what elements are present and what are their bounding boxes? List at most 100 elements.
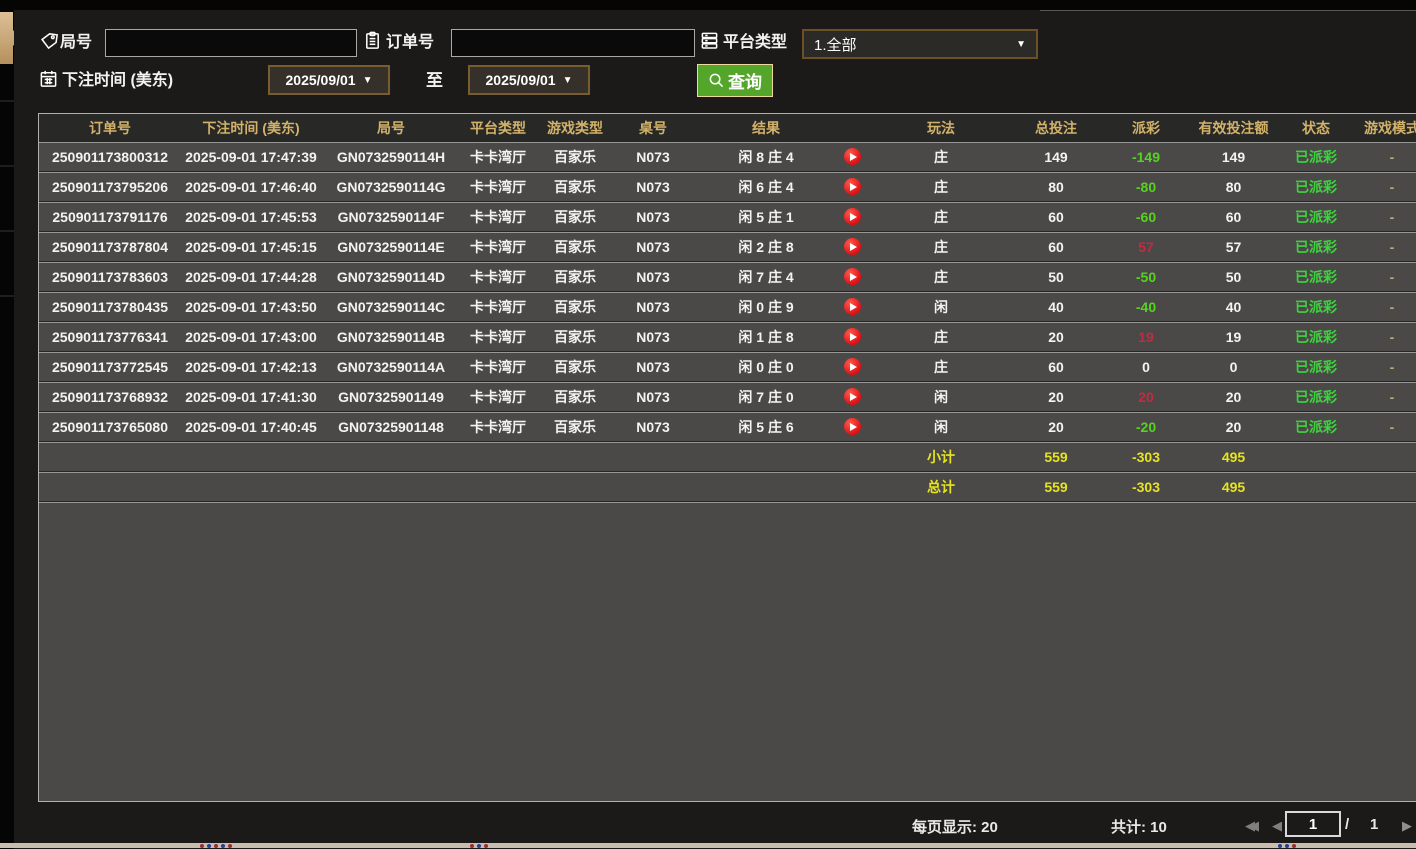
top-black-strip: [0, 0, 1416, 10]
platform-type-select[interactable]: 1.全部 ▼: [802, 29, 1038, 59]
prev-page-icon[interactable]: ◀: [1272, 818, 1282, 834]
cell-round-id: GN0732590114H: [321, 149, 461, 165]
col-header-valid-bet: 有效投注额: [1181, 118, 1286, 138]
cell-game-type: 百家乐: [535, 327, 615, 347]
date-to-select[interactable]: 2025/09/01 ▼: [468, 65, 590, 95]
cell-payout: 20: [1111, 389, 1181, 405]
cell-round-id: GN0732590114F: [321, 209, 461, 225]
bead-road-fragment: [484, 844, 488, 848]
bead-road-fragment: [200, 844, 204, 848]
bead-road-fragment: [1278, 844, 1282, 848]
video-play-icon[interactable]: [844, 148, 861, 165]
bead-road-fragment: [477, 844, 481, 848]
tag-icon: [40, 32, 59, 51]
cell-order-id: 250901173787804: [39, 239, 181, 255]
table-empty-area: [39, 501, 1416, 802]
first-page-icon[interactable]: ◀◀: [1245, 818, 1253, 834]
cell-game-type: 百家乐: [535, 147, 615, 167]
cell-status: 已派彩: [1286, 207, 1346, 227]
col-header-game-mode: 游戏模式: [1346, 118, 1416, 138]
video-play-icon[interactable]: [844, 388, 861, 405]
subtotal-label: 小计: [881, 447, 1001, 467]
chevron-down-icon: ▼: [1016, 39, 1026, 50]
chevron-down-icon: ▼: [563, 75, 573, 86]
cell-order-id: 250901173772545: [39, 359, 181, 375]
date-to-value: 2025/09/01: [486, 72, 556, 88]
cell-payout: -149: [1111, 149, 1181, 165]
cell-result: 闲 2 庄 8: [691, 237, 881, 257]
cell-bet-type: 庄: [881, 237, 1001, 257]
platform-type-value: 1.全部: [814, 34, 1016, 55]
cell-valid-bet: 149: [1181, 149, 1286, 165]
cell-table-no: N073: [615, 299, 691, 315]
cell-game-mode: -: [1346, 269, 1416, 285]
bead-road-fragment: [1285, 844, 1289, 848]
result-text: 闲 2 庄 8: [691, 237, 841, 257]
cell-result: 闲 0 庄 9: [691, 297, 881, 317]
video-play-icon[interactable]: [844, 418, 861, 435]
cell-bet-type: 闲: [881, 297, 1001, 317]
cell-valid-bet: 57: [1181, 239, 1286, 255]
subtotal-payout: -303: [1111, 449, 1181, 465]
cell-bet-type: 庄: [881, 147, 1001, 167]
cell-valid-bet: 20: [1181, 419, 1286, 435]
cell-total-bet: 20: [1001, 419, 1111, 435]
cell-result: 闲 0 庄 0: [691, 357, 881, 377]
per-page-value: 20: [981, 819, 998, 836]
cell-total-bet: 80: [1001, 179, 1111, 195]
cell-table-no: N073: [615, 149, 691, 165]
order-id-label: 订单号: [386, 30, 434, 56]
cell-table-no: N073: [615, 269, 691, 285]
cell-result: 闲 5 庄 6: [691, 417, 881, 437]
query-button[interactable]: 查询: [697, 64, 773, 97]
cell-game-type: 百家乐: [535, 177, 615, 197]
col-header-bet-time: 下注时间 (美东): [181, 118, 321, 138]
cell-platform: 卡卡湾厅: [461, 267, 535, 287]
video-play-icon[interactable]: [844, 298, 861, 315]
divider: [0, 100, 14, 102]
cell-total-bet: 20: [1001, 389, 1111, 405]
cell-game-type: 百家乐: [535, 297, 615, 317]
page-number-input[interactable]: [1285, 811, 1341, 837]
cell-payout: -80: [1111, 179, 1181, 195]
cell-game-mode: -: [1346, 149, 1416, 165]
clipboard-icon: [363, 31, 382, 50]
per-page-text: 每页显示: 20: [912, 816, 998, 837]
col-header-game-type: 游戏类型: [535, 118, 615, 138]
cell-platform: 卡卡湾厅: [461, 387, 535, 407]
cell-bet-time: 2025-09-01 17:45:53: [181, 209, 321, 225]
video-play-icon[interactable]: [844, 268, 861, 285]
cell-bet-time: 2025-09-01 17:44:28: [181, 269, 321, 285]
result-text: 闲 0 庄 9: [691, 297, 841, 317]
video-play-icon[interactable]: [844, 178, 861, 195]
cell-status: 已派彩: [1286, 267, 1346, 287]
col-header-result: 结果: [691, 118, 881, 138]
cell-total-bet: 60: [1001, 239, 1111, 255]
divider: [0, 295, 14, 297]
date-from-select[interactable]: 2025/09/01 ▼: [268, 65, 390, 95]
order-id-input[interactable]: [451, 29, 695, 57]
video-play-icon[interactable]: [844, 358, 861, 375]
video-play-icon[interactable]: [844, 208, 861, 225]
video-play-icon[interactable]: [844, 328, 861, 345]
cell-bet-time: 2025-09-01 17:41:30: [181, 389, 321, 405]
bead-road-fragment: [1292, 844, 1296, 848]
col-header-bet-type: 玩法: [881, 118, 1001, 138]
result-text: 闲 5 庄 6: [691, 417, 841, 437]
total-count-text: 共计: 10: [1111, 816, 1167, 837]
bet-time-label: 下注时间 (美东): [62, 68, 173, 94]
round-id-input[interactable]: [105, 29, 357, 57]
calendar-icon: [39, 69, 58, 88]
next-page-icon[interactable]: ▶: [1402, 818, 1412, 834]
cell-round-id: GN0732590114B: [321, 329, 461, 345]
panel-top-edge: [1040, 10, 1416, 11]
table-row: 250901173776341 2025-09-01 17:43:00 GN07…: [39, 321, 1416, 351]
video-play-icon[interactable]: [844, 238, 861, 255]
divider: [0, 230, 14, 232]
cell-platform: 卡卡湾厅: [461, 357, 535, 377]
cell-payout: 0: [1111, 359, 1181, 375]
cell-bet-type: 庄: [881, 267, 1001, 287]
platform-type-label: 平台类型: [723, 30, 787, 56]
cell-game-type: 百家乐: [535, 387, 615, 407]
cell-total-bet: 20: [1001, 329, 1111, 345]
